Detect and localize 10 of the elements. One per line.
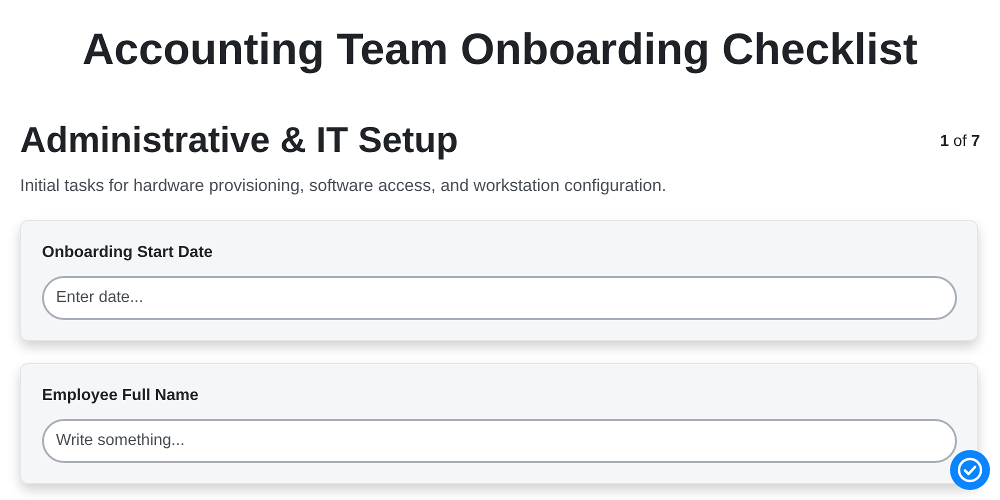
- input-field[interactable]: Enter date...: [42, 276, 957, 320]
- section-description: Initial tasks for hardware provisioning, software access, and workstation configuration.: [20, 174, 668, 197]
- field-label: Employee Full Name: [42, 386, 200, 406]
- check-icon: [957, 457, 983, 483]
- submit-button[interactable]: [950, 450, 990, 490]
- section-heading: Administrative & IT Setup: [20, 118, 458, 161]
- field-label: Onboarding Start Date: [42, 243, 214, 264]
- step-counter: 1 of 7: [940, 132, 980, 152]
- input-field[interactable]: Write something...: [42, 419, 957, 464]
- page-title: Accounting Team Onboarding Checklist: [81, 24, 919, 76]
